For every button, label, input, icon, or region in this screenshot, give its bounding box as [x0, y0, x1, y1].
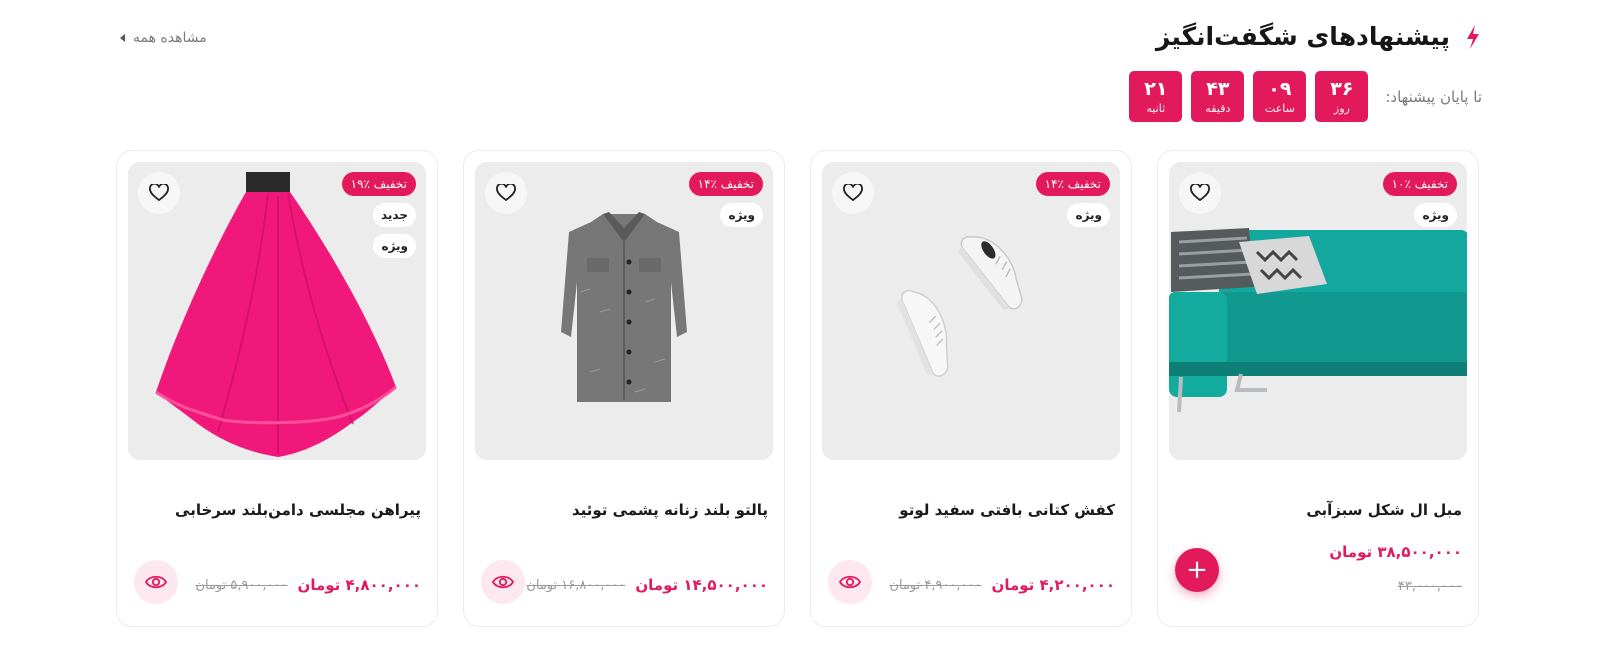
- product-card[interactable]: ۱۴٪ تخفیف ویژه پالتو بلند زنانه پشمی توئ…: [463, 150, 785, 627]
- countdown-value: ۴۳: [1206, 77, 1230, 100]
- product-name[interactable]: پالتو بلند زنانه پشمی توئید: [478, 501, 768, 519]
- price: ۱۴,۵۰۰,۰۰۰ تومان: [635, 576, 768, 594]
- countdown: تا پایان پیشنهاد: ۳۶ روز ۰۹ ساعت ۴۳ دقیق…: [1129, 71, 1482, 122]
- badge-group: ۱۹٪ تخفیف جدید ویژه: [341, 172, 416, 258]
- quick-view-button[interactable]: [828, 560, 872, 604]
- old-price: ۱۶,۸۰۰,۰۰۰ تومان: [526, 577, 626, 593]
- product-name[interactable]: مبل ال شکل سبزآبی: [1172, 501, 1462, 519]
- countdown-label: تا پایان پیشنهاد:: [1385, 87, 1482, 106]
- tag-badge: ویژه: [720, 203, 763, 227]
- plus-icon: +: [1186, 555, 1208, 585]
- countdown-unit: ثانیه: [1146, 101, 1166, 115]
- price-row: ۱۴,۵۰۰,۰۰۰ تومان ۱۶,۸۰۰,۰۰۰ تومان: [526, 576, 768, 594]
- quick-view-button[interactable]: [481, 560, 525, 604]
- product-card[interactable]: ۱۰٪ تخفیف ویژه مبل ال شکل سبزآبی ۳۸,۵۰۰,…: [1157, 150, 1479, 627]
- product-image[interactable]: ۱۹٪ تخفیف جدید ویژه: [128, 162, 426, 460]
- product-image[interactable]: ۱۴٪ تخفیف ویژه: [822, 162, 1120, 460]
- wishlist-button[interactable]: [485, 172, 527, 214]
- price-row: ۴,۸۰۰,۰۰۰ تومان ۵,۹۰۰,۰۰۰ تومان: [195, 576, 421, 594]
- countdown-seconds: ۲۱ ثانیه: [1129, 71, 1183, 122]
- section-title: پیشنهادهای شگفت‌انگیز: [1155, 22, 1450, 51]
- view-all-link[interactable]: مشاهده همه: [120, 30, 207, 46]
- tag-badge: ویژه: [1414, 203, 1457, 227]
- countdown-unit: روز: [1333, 101, 1350, 115]
- discount-badge: ۱۴٪ تخفیف: [688, 172, 763, 196]
- product-image[interactable]: ۱۴٪ تخفیف ویژه: [475, 162, 773, 460]
- eye-icon: [492, 575, 514, 589]
- countdown-value: ۲۱: [1144, 77, 1168, 100]
- countdown-value: ۳۶: [1330, 77, 1354, 100]
- product-name[interactable]: کفش کتانی بافتی سفید لوتو: [825, 501, 1115, 519]
- tag-badge: ویژه: [373, 234, 416, 258]
- wishlist-button[interactable]: [832, 172, 874, 214]
- lightning-icon: [1467, 24, 1479, 49]
- product-card[interactable]: ۱۴٪ تخفیف ویژه کفش کتانی بافتی سفید لوتو…: [810, 150, 1132, 627]
- price: ۳۸,۵۰۰,۰۰۰ تومان: [1329, 543, 1462, 561]
- old-price: ۴,۹۰۰,۰۰۰ تومان: [889, 577, 982, 593]
- section-header: پیشنهادهای شگفت‌انگیز مشاهده همه تا پایا…: [0, 0, 1600, 140]
- badge-group: ۱۴٪ تخفیف ویژه: [1035, 172, 1110, 227]
- countdown-unit: دقیقه: [1205, 101, 1231, 115]
- price-row: ۴,۲۰۰,۰۰۰ تومان ۴,۹۰۰,۰۰۰ تومان: [889, 576, 1115, 594]
- countdown-minutes: ۴۳ دقیقه: [1191, 71, 1245, 122]
- countdown-days: ۳۶ روز: [1315, 71, 1369, 122]
- product-name[interactable]: پیراهن مجلسی دامن‌بلند سرخابی: [131, 501, 421, 519]
- discount-badge: ۱۴٪ تخفیف: [1035, 172, 1110, 196]
- badge-group: ۱۴٪ تخفیف ویژه: [688, 172, 763, 227]
- heart-icon: [496, 184, 516, 202]
- discount-badge: ۱۹٪ تخفیف: [341, 172, 416, 196]
- heart-icon: [1190, 184, 1210, 202]
- tag-badge: ویژه: [1067, 203, 1110, 227]
- heart-icon: [843, 184, 863, 202]
- section-title-wrap: پیشنهادهای شگفت‌انگیز: [1156, 22, 1482, 51]
- old-price: ۴۳,۰۰۰,۰۰۰: [1397, 579, 1462, 594]
- price-block: ۳۸,۵۰۰,۰۰۰ تومان ۴۳,۰۰۰,۰۰۰: [1329, 543, 1462, 594]
- countdown-unit: ساعت: [1264, 101, 1295, 115]
- price: ۴,۸۰۰,۰۰۰ تومان: [297, 576, 421, 594]
- wishlist-button[interactable]: [138, 172, 180, 214]
- price: ۴,۲۰۰,۰۰۰ تومان: [991, 576, 1115, 594]
- quick-view-button[interactable]: [134, 560, 178, 604]
- eye-icon: [839, 575, 861, 589]
- eye-icon: [145, 575, 167, 589]
- countdown-value: ۰۹: [1268, 77, 1292, 100]
- add-to-cart-button[interactable]: +: [1175, 548, 1219, 592]
- heart-icon: [149, 184, 169, 202]
- tag-badge: جدید: [372, 203, 416, 227]
- view-all-label: مشاهده همه: [133, 30, 207, 46]
- product-image[interactable]: ۱۰٪ تخفیف ویژه: [1169, 162, 1467, 460]
- countdown-hours: ۰۹ ساعت: [1253, 71, 1307, 122]
- caret-left-icon: [120, 34, 125, 42]
- discount-badge: ۱۰٪ تخفیف: [1382, 172, 1457, 196]
- product-carousel: ۱۰٪ تخفیف ویژه مبل ال شکل سبزآبی ۳۸,۵۰۰,…: [0, 150, 1600, 630]
- wishlist-button[interactable]: [1179, 172, 1221, 214]
- badge-group: ۱۰٪ تخفیف ویژه: [1382, 172, 1457, 227]
- product-card[interactable]: ۱۹٪ تخفیف جدید ویژه پیراهن مجلسی دامن‌بل…: [116, 150, 438, 627]
- old-price: ۵,۹۰۰,۰۰۰ تومان: [195, 577, 288, 593]
